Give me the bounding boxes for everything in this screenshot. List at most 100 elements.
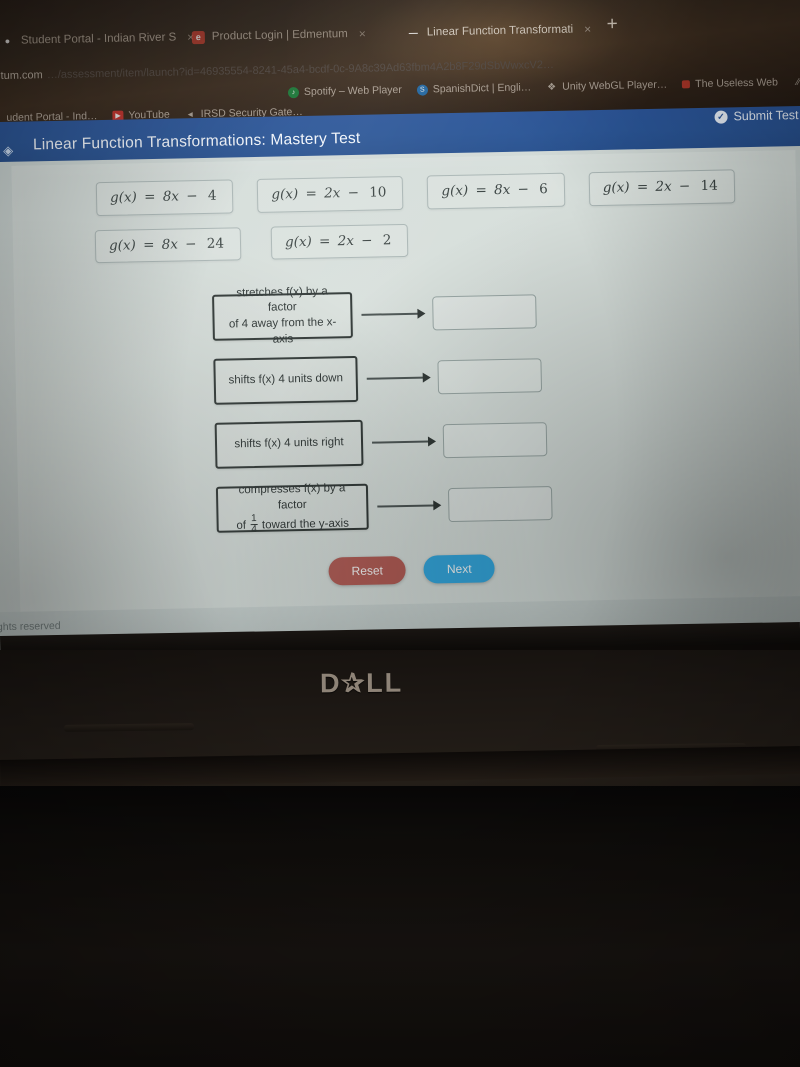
choice-coef: 2x (337, 232, 355, 249)
bookmark-spotify[interactable]: ♪ Spotify – Web Player (287, 83, 402, 98)
fraction-denominator: 4 (251, 523, 257, 536)
choice-coef: 8x (162, 188, 180, 205)
spanishdict-icon: S (416, 83, 428, 96)
submit-test-label: Submit Test (733, 108, 799, 124)
choice-coef: 8x (493, 181, 511, 199)
action-buttons: Reset Next (19, 548, 800, 592)
choice-op: − (678, 178, 691, 195)
bookmark-label: Unity WebGL Player… (562, 78, 668, 93)
choice-eq: = (143, 188, 156, 206)
choice-eq: = (475, 182, 487, 199)
question-card: g(x) = 8x − 4 g(x) = 2x − 10 g(x) = 8x −… (11, 150, 800, 626)
page-icon: — (408, 27, 418, 38)
choice-coef: 2x (655, 178, 672, 195)
choice-eq: = (636, 179, 649, 196)
choice-op: − (185, 235, 197, 252)
browser-tab-label: Linear Function Transformati (426, 23, 574, 39)
answer-dropzone[interactable] (442, 422, 548, 459)
choice-const: 4 (207, 187, 217, 204)
answer-choice-tile[interactable]: g(x) = 2x − 14 (588, 169, 736, 206)
matching-row: compresses f(x) by a factor of 14 toward… (215, 477, 637, 536)
choice-eq: = (305, 185, 318, 202)
bookmark-icon: ⁄⁄ (796, 76, 800, 88)
choice-op: − (347, 184, 360, 202)
matching-row: shifts f(x) 4 units down (213, 349, 634, 405)
arrow-icon (361, 312, 424, 316)
fraction-one-fourth: 14 (249, 513, 258, 536)
bookmark-spanishdict[interactable]: S SpanishDict | Engli… (416, 81, 532, 96)
copyright-text: ights reserved (0, 619, 61, 634)
bookmark-unity[interactable]: ❖ Unity WebGL Player… (546, 79, 667, 93)
prompt-line-1: shifts f(x) 4 units right (234, 436, 344, 451)
transformation-prompt: stretches f(x) by a factor of 4 away fro… (212, 285, 353, 345)
prompt-line-2-pre: of (236, 519, 250, 532)
answer-choice-tile[interactable]: g(x) = 8x − 4 (95, 179, 234, 216)
answer-choice-tile[interactable]: g(x) = 2x − 2 (270, 223, 409, 260)
choice-const: 6 (539, 181, 548, 198)
bookmark-label: SpanishDict | Engli… (432, 81, 532, 96)
choice-const: 24 (206, 235, 225, 252)
answer-choice-tile[interactable]: g(x) = 8x − 24 (94, 226, 242, 264)
transformation-prompt: compresses f(x) by a factor of 14 toward… (215, 482, 369, 536)
choice-op: − (186, 188, 198, 205)
spotify-icon: ♪ (287, 86, 300, 98)
prompt-line-1: stretches f(x) by a factor (236, 285, 328, 315)
bookmark-useless-web[interactable]: The Useless Web (682, 76, 778, 90)
check-circle-icon: ✓ (714, 109, 728, 124)
arrow-icon (366, 376, 429, 380)
matching-area: stretches f(x) by a factor of 4 away fro… (212, 285, 637, 549)
choice-const: 10 (369, 184, 387, 201)
close-icon[interactable]: × (359, 27, 366, 41)
submit-test-button[interactable]: ✓ Submit Test (714, 108, 799, 124)
dell-logo: D✰LL (319, 667, 404, 699)
arrow-icon (372, 440, 435, 444)
bookmark-label: Spotify – Web Player (303, 83, 402, 98)
choice-lhs: g(x) (109, 189, 138, 206)
matching-row: shifts f(x) 4 units right (214, 413, 636, 469)
browser-tab-student-portal[interactable]: ● Student Portal - Indian River S × (1, 20, 195, 58)
close-icon[interactable]: × (584, 22, 591, 36)
browser-tab-label: Student Portal - Indian River S (20, 31, 177, 47)
transformation-prompt: shifts f(x) 4 units right (214, 419, 364, 469)
edmentum-icon: e (191, 30, 205, 44)
answer-choice-tile[interactable]: g(x) = 8x − 6 (427, 172, 566, 209)
laptop-photo: ● Student Portal - Indian River S × e Pr… (0, 0, 800, 1067)
browser-tab-linear-function[interactable]: — Linear Function Transformati × (406, 12, 592, 50)
answer-dropzone[interactable] (447, 486, 553, 523)
bookmark-stu[interactable]: ⁄⁄ Stu (793, 75, 800, 88)
back-arrow-icon[interactable]: ◈ (3, 143, 13, 159)
bookmark-label: The Useless Web (695, 76, 779, 91)
choice-lhs: g(x) (284, 233, 312, 250)
unity-icon: ❖ (547, 81, 557, 93)
student-portal-icon: ● (4, 35, 11, 46)
address-host: …tum.com (0, 69, 43, 83)
next-button[interactable]: Next (423, 554, 495, 584)
prompt-line-2-post: toward the y-axis (258, 517, 350, 532)
answer-choices-row-2: g(x) = 8x − 24 g(x) = 2x − 2 (94, 217, 746, 264)
test-page-body: g(x) = 8x − 4 g(x) = 2x − 10 g(x) = 8x −… (0, 145, 800, 651)
browser-tab-product-login[interactable]: e Product Login | Edmentum × (191, 17, 367, 54)
prompt-line-1: compresses f(x) by a factor (238, 482, 346, 512)
choice-op: − (517, 181, 530, 198)
choice-const: 14 (700, 177, 718, 195)
choice-eq: = (142, 236, 155, 253)
reset-button[interactable]: Reset (328, 556, 407, 586)
prompt-line-2: of 4 away from the x-axis (228, 316, 337, 346)
prompt-line-1: shifts f(x) 4 units down (228, 372, 344, 387)
answer-choice-tile[interactable]: g(x) = 2x − 10 (257, 175, 404, 213)
choice-lhs: g(x) (602, 179, 630, 196)
choice-op: − (361, 232, 373, 249)
choice-coef: 2x (323, 185, 341, 202)
keyboard-deck: ❯ ⟳ ◱ ▣‖ ☀ ☀ ≪ ◂ # 3 $ 4 % 5 ^ 6 (0, 786, 800, 1067)
new-tab-button[interactable]: + (606, 14, 618, 36)
transformation-prompt: shifts f(x) 4 units down (213, 355, 359, 405)
answer-choices-row-1: g(x) = 8x − 4 g(x) = 2x − 10 g(x) = 8x −… (95, 169, 745, 216)
choice-const: 2 (382, 231, 392, 248)
answer-dropzone[interactable] (432, 294, 537, 331)
choice-eq: = (318, 232, 331, 250)
choice-lhs: g(x) (441, 182, 469, 200)
arrow-icon (377, 504, 440, 508)
choice-lhs: g(x) (271, 186, 299, 203)
answer-dropzone[interactable] (437, 358, 543, 395)
answer-choices: g(x) = 8x − 4 g(x) = 2x − 10 g(x) = 8x −… (84, 169, 746, 264)
